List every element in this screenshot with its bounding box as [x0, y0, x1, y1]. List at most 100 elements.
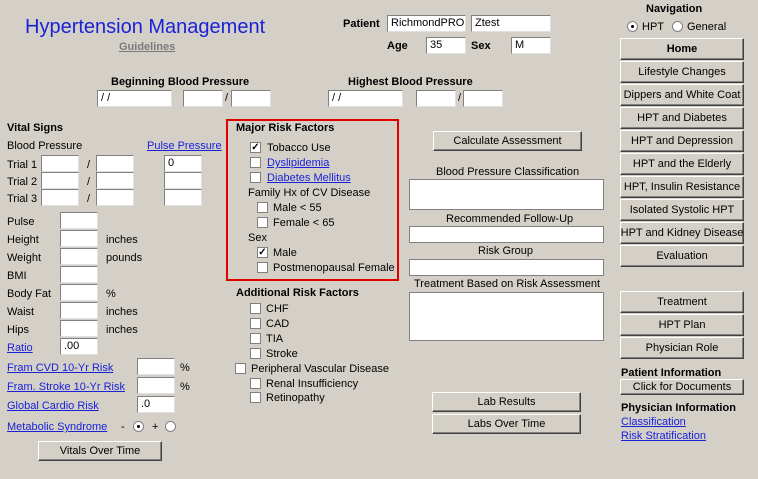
nav-button-3[interactable]: HPT and Diabetes: [620, 107, 744, 129]
trial3-systolic[interactable]: [41, 189, 79, 206]
nav-button-7[interactable]: Isolated Systolic HPT: [620, 199, 744, 221]
slash: /: [87, 193, 91, 205]
bp-classification-field[interactable]: [409, 179, 604, 210]
patient-first-field[interactable]: RichmondPROD: [387, 15, 466, 32]
trial3-pulse-pressure[interactable]: [164, 189, 202, 206]
nav-button-6[interactable]: HPT, Insulin Resistance: [620, 176, 744, 198]
fram-cvd-field[interactable]: [137, 358, 175, 375]
hips-label: Hips: [7, 324, 30, 336]
male-checkbox[interactable]: ✓: [257, 247, 268, 258]
physician-info-title: Physician Information: [621, 402, 736, 414]
sex-field[interactable]: M: [511, 37, 551, 54]
postmenopausal-checkbox[interactable]: [257, 262, 268, 273]
height-label: Height: [7, 234, 39, 246]
click-for-documents-button[interactable]: Click for Documents: [620, 379, 744, 395]
treatment-field[interactable]: [409, 292, 604, 341]
pulse-pressure-link[interactable]: Pulse Pressure: [147, 140, 222, 152]
waist-field[interactable]: [60, 302, 98, 319]
diabetes-link[interactable]: Diabetes Mellitus: [267, 172, 351, 184]
diabetes-checkbox[interactable]: [250, 172, 261, 183]
tia-checkbox[interactable]: [250, 333, 261, 344]
trial2-label: Trial 2: [7, 176, 38, 188]
nav-button-4[interactable]: HPT and Depression: [620, 130, 744, 152]
metabolic-plus-radio[interactable]: [165, 421, 176, 432]
patient-label: Patient: [343, 18, 380, 30]
nav-button-8[interactable]: HPT and Kidney Disease: [620, 222, 744, 244]
trial2-diastolic[interactable]: [96, 172, 134, 189]
dyslipidemia-link[interactable]: Dyslipidemia: [267, 157, 329, 169]
retinopathy-checkbox[interactable]: [250, 392, 261, 403]
metabolic-minus-radio[interactable]: [133, 421, 144, 432]
weight-field[interactable]: [60, 248, 98, 265]
followup-field[interactable]: [409, 226, 604, 243]
bmi-field[interactable]: [60, 266, 98, 283]
nav-button-5[interactable]: HPT and the Elderly: [620, 153, 744, 175]
height-field[interactable]: [60, 230, 98, 247]
bp-classification-label: Blood Pressure Classification: [436, 166, 580, 178]
fram-stroke-link[interactable]: Fram. Stroke 10-Yr Risk: [7, 381, 125, 393]
risk-group-label: Risk Group: [478, 245, 534, 257]
labs-over-time-button[interactable]: Labs Over Time: [432, 414, 581, 434]
body-fat-field[interactable]: [60, 284, 98, 301]
beginning-bp-date[interactable]: / /: [97, 90, 172, 107]
nav-button-9[interactable]: Evaluation: [620, 245, 744, 267]
female65-checkbox[interactable]: [257, 217, 268, 228]
male55-checkbox[interactable]: [257, 202, 268, 213]
ratio-link[interactable]: Ratio: [7, 342, 33, 354]
hips-field[interactable]: [60, 320, 98, 337]
global-cardio-link[interactable]: Global Cardio Risk: [7, 400, 99, 412]
nav-lower-button-2[interactable]: Physician Role: [620, 337, 744, 359]
patient-last-field[interactable]: Ztest: [471, 15, 551, 32]
nav-button-0[interactable]: Home: [620, 38, 744, 60]
renal-checkbox[interactable]: [250, 378, 261, 389]
percent-unit: %: [180, 362, 190, 374]
pulse-field[interactable]: [60, 212, 98, 229]
pvd-checkbox[interactable]: [235, 363, 246, 374]
vitals-over-time-button[interactable]: Vitals Over Time: [38, 441, 162, 461]
ratio-field[interactable]: .00: [60, 338, 98, 355]
trial1-pulse-pressure[interactable]: 0: [164, 155, 202, 172]
slash: /: [87, 159, 91, 171]
nav-button-2[interactable]: Dippers and White Coat: [620, 84, 744, 106]
stroke-checkbox[interactable]: [250, 348, 261, 359]
pvd-label: Peripheral Vascular Disease: [251, 363, 389, 375]
beginning-bp-diastolic[interactable]: [231, 90, 271, 107]
trial2-pulse-pressure[interactable]: [164, 172, 202, 189]
age-field[interactable]: 35: [426, 37, 466, 54]
fram-stroke-field[interactable]: [137, 377, 175, 394]
tobacco-checkbox[interactable]: ✓: [250, 142, 261, 153]
female65-label: Female < 65: [273, 217, 335, 229]
trial2-systolic[interactable]: [41, 172, 79, 189]
navigation-title: Navigation: [646, 3, 703, 15]
chf-checkbox[interactable]: [250, 303, 261, 314]
highest-bp-systolic[interactable]: [416, 90, 456, 107]
guidelines-link[interactable]: Guidelines: [119, 41, 175, 53]
fram-cvd-link[interactable]: Fram CVD 10-Yr Risk: [7, 362, 113, 374]
beginning-bp-systolic[interactable]: [183, 90, 223, 107]
dyslipidemia-checkbox[interactable]: [250, 157, 261, 168]
classification-link[interactable]: Classification: [621, 416, 686, 428]
risk-group-field[interactable]: [409, 259, 604, 276]
risk-stratification-link[interactable]: Risk Stratification: [621, 430, 706, 442]
lab-results-button[interactable]: Lab Results: [432, 392, 581, 412]
nav-lower-button-1[interactable]: HPT Plan: [620, 314, 744, 336]
highest-bp-diastolic[interactable]: [463, 90, 503, 107]
hpt-radio[interactable]: [627, 21, 638, 32]
slash: /: [458, 92, 462, 104]
calculate-assessment-button[interactable]: Calculate Assessment: [433, 131, 582, 151]
metabolic-syndrome-link[interactable]: Metabolic Syndrome: [7, 421, 107, 433]
highest-bp-date[interactable]: / /: [328, 90, 403, 107]
hpt-label: HPT: [642, 21, 664, 33]
nav-lower-button-0[interactable]: Treatment: [620, 291, 744, 313]
general-radio[interactable]: [672, 21, 683, 32]
family-hx-label: Family Hx of CV Disease: [248, 187, 371, 199]
nav-button-1[interactable]: Lifestyle Changes: [620, 61, 744, 83]
trial1-diastolic[interactable]: [96, 155, 134, 172]
cad-checkbox[interactable]: [250, 318, 261, 329]
male55-label: Male < 55: [273, 202, 322, 214]
trial3-diastolic[interactable]: [96, 189, 134, 206]
additional-risk-title: Additional Risk Factors: [236, 287, 359, 299]
stroke-label: Stroke: [266, 348, 298, 360]
trial1-systolic[interactable]: [41, 155, 79, 172]
global-cardio-field[interactable]: .0: [137, 396, 175, 413]
